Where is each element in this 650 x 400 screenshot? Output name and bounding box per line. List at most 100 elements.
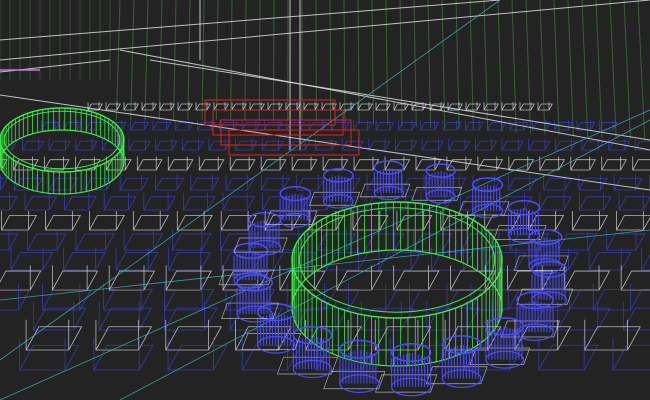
wall-line bbox=[525, 0, 532, 134]
beam-line bbox=[0, 0, 650, 61]
seat-box bbox=[368, 138, 391, 151]
seat-box bbox=[88, 210, 126, 231]
chair bbox=[469, 317, 531, 369]
seat-box bbox=[62, 247, 106, 271]
seat-box bbox=[578, 174, 608, 191]
wall-line bbox=[497, 0, 503, 132]
beam-line bbox=[0, 94, 650, 191]
seat-box bbox=[618, 192, 650, 211]
seat-box bbox=[267, 102, 283, 111]
seat-box bbox=[421, 138, 444, 151]
highlighted-box bbox=[204, 99, 360, 156]
seat-box bbox=[182, 192, 216, 211]
seat-box bbox=[420, 120, 440, 131]
seat-box bbox=[143, 192, 176, 211]
seat-box bbox=[0, 210, 38, 231]
seat-box bbox=[537, 102, 553, 111]
wireframe-viewport[interactable] bbox=[0, 0, 650, 400]
seat-box bbox=[0, 283, 31, 311]
seat-box bbox=[208, 138, 231, 151]
wall-line bbox=[244, 0, 247, 121]
wall-line bbox=[511, 0, 517, 133]
seat-box bbox=[375, 102, 391, 111]
seat-box bbox=[501, 102, 517, 111]
seat-box bbox=[353, 120, 373, 131]
seat-box bbox=[620, 265, 650, 291]
seat-box bbox=[167, 247, 212, 271]
seat-box bbox=[105, 102, 121, 111]
wall-line bbox=[258, 0, 261, 121]
seat-box bbox=[316, 229, 357, 251]
seat-box bbox=[164, 301, 218, 331]
seat-box bbox=[219, 229, 260, 251]
seat-box bbox=[48, 138, 71, 151]
seat-box bbox=[321, 102, 337, 111]
wall-line bbox=[483, 0, 489, 132]
seat-box bbox=[464, 120, 484, 131]
seat-box bbox=[159, 102, 175, 111]
seat-box bbox=[195, 102, 211, 111]
seat-box bbox=[0, 174, 8, 191]
seat-box bbox=[105, 156, 132, 171]
wall-line bbox=[413, 0, 417, 127]
seat-box bbox=[128, 138, 151, 151]
seat-box bbox=[249, 102, 265, 111]
seat-box bbox=[136, 156, 163, 171]
seat-box bbox=[613, 174, 643, 191]
seat-box bbox=[412, 229, 453, 251]
seat-box bbox=[63, 192, 97, 211]
seat-box bbox=[571, 210, 609, 231]
seat-box bbox=[588, 247, 632, 271]
seat-box bbox=[483, 247, 527, 271]
left-table-cylinder bbox=[0, 107, 125, 195]
seat-box bbox=[164, 283, 215, 311]
seat-box bbox=[440, 210, 477, 231]
seat-box bbox=[40, 120, 60, 131]
seat-box bbox=[234, 138, 258, 151]
seat-box bbox=[229, 156, 256, 171]
cylinder-edge bbox=[0, 107, 125, 173]
seat-box bbox=[129, 120, 150, 131]
wall-line bbox=[158, 0, 163, 121]
seat-box bbox=[181, 138, 205, 151]
seat-box bbox=[601, 156, 627, 171]
beam-line bbox=[0, 0, 501, 41]
seat-box bbox=[0, 265, 42, 291]
seat-box bbox=[24, 192, 58, 211]
guide-lines bbox=[0, 0, 650, 400]
seat-box bbox=[474, 138, 498, 151]
wall-line bbox=[623, 0, 631, 140]
seat-box bbox=[519, 102, 535, 111]
seat-box bbox=[341, 138, 365, 151]
seat-box bbox=[177, 102, 193, 111]
seat-box bbox=[13, 174, 44, 191]
seat-box bbox=[176, 210, 213, 231]
seat-box bbox=[291, 156, 318, 171]
wall-line bbox=[329, 0, 332, 122]
wall-line bbox=[201, 0, 205, 121]
chair-part bbox=[507, 227, 541, 243]
seat-box bbox=[44, 210, 82, 231]
wall-line bbox=[371, 0, 374, 125]
seat-box bbox=[260, 174, 290, 191]
chair bbox=[323, 339, 386, 393]
seat-box bbox=[198, 156, 225, 171]
seat-box bbox=[41, 283, 92, 311]
wall-line bbox=[144, 0, 149, 121]
seat-box bbox=[10, 247, 54, 271]
seat-box bbox=[527, 138, 551, 151]
seat-box bbox=[542, 174, 573, 191]
seat-box bbox=[322, 156, 349, 171]
seat-box bbox=[397, 120, 417, 131]
wall-line bbox=[567, 0, 574, 137]
seat-box bbox=[141, 102, 157, 111]
seat-box bbox=[578, 192, 612, 211]
seat-box bbox=[539, 156, 566, 171]
wall-line bbox=[187, 0, 191, 121]
seat-box bbox=[167, 156, 194, 171]
seat-box bbox=[154, 174, 185, 191]
seat-box bbox=[220, 210, 257, 231]
red-box-edge bbox=[228, 129, 360, 156]
seat-box bbox=[394, 138, 418, 151]
chair bbox=[374, 342, 438, 397]
